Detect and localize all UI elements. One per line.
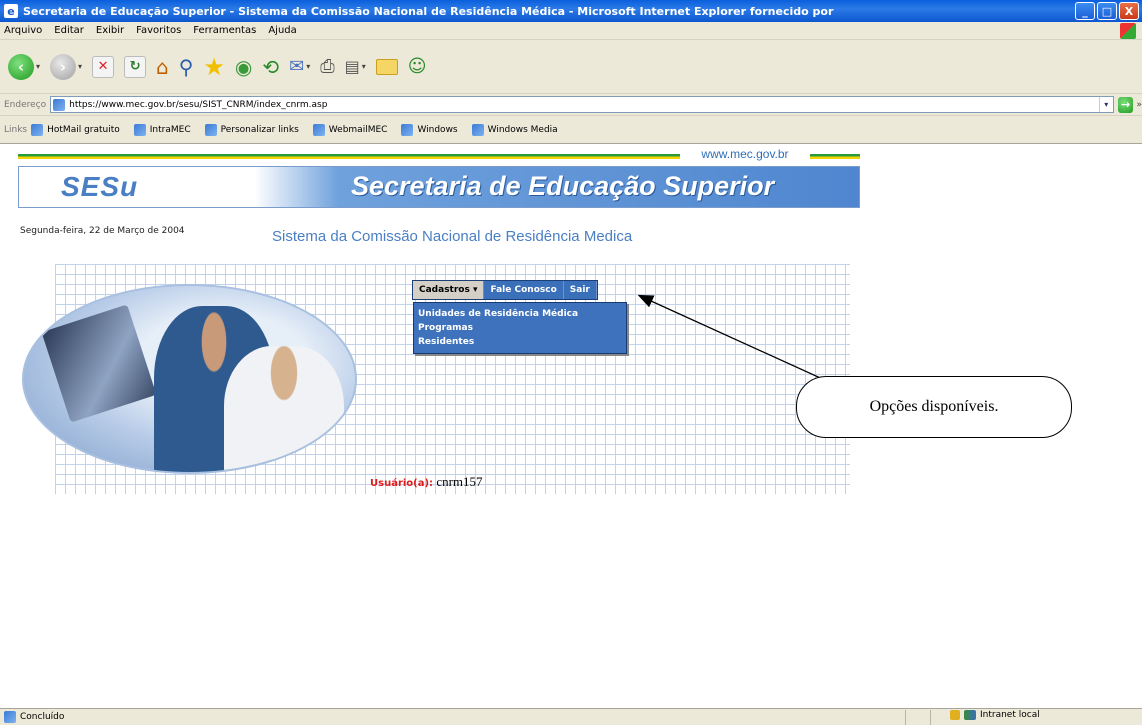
address-bar: Endereço https://www.mec.gov.br/sesu/SIS… — [0, 94, 1142, 116]
address-url[interactable]: https://www.mec.gov.br/sesu/SIST_CNRM/in… — [69, 100, 327, 110]
intranet-icon — [964, 710, 976, 720]
window-title: Secretaria de Educação Superior - Sistem… — [23, 4, 834, 18]
status-text: Concluído — [20, 712, 65, 722]
print-icon[interactable]: ⎙ — [320, 56, 334, 77]
callout-label: Opções disponíveis. — [796, 376, 1072, 438]
security-zone: Intranet local — [950, 710, 1040, 720]
link-hotmail[interactable]: HotMail gratuito — [31, 123, 120, 136]
go-button[interactable]: → — [1117, 96, 1134, 113]
maximize-button[interactable]: □ — [1097, 2, 1117, 20]
link-page-icon — [204, 123, 217, 136]
messenger-icon[interactable]: ☺ — [408, 56, 427, 77]
minimize-button[interactable]: _ — [1075, 2, 1095, 20]
back-dropdown-icon[interactable]: ▾ — [36, 62, 40, 71]
link-page-icon — [31, 123, 44, 136]
link-webmailmec[interactable]: WebmailMEC — [312, 123, 388, 136]
home-icon[interactable]: ⌂ — [156, 55, 169, 79]
address-label: Endereço — [4, 99, 47, 110]
close-button[interactable]: X — [1119, 2, 1139, 20]
forward-dropdown-icon[interactable]: ▾ — [78, 62, 82, 71]
menu-ferramentas[interactable]: Ferramentas — [193, 25, 256, 36]
search-icon[interactable]: ⚲ — [179, 55, 194, 79]
toolbar: ‹ ▾ › ▾ ✕ ↻ ⌂ ⚲ ★ ◉ ⟲ ✉ ▾ ⎙ ▤ ▾ ☺ — [0, 40, 1142, 94]
address-input[interactable]: https://www.mec.gov.br/sesu/SIST_CNRM/in… — [50, 96, 1114, 113]
link-label: Windows Media — [487, 124, 558, 135]
status-bar: Concluído Intranet local — [0, 708, 1142, 725]
menu-favoritos[interactable]: Favoritos — [136, 25, 181, 36]
go-more-icon[interactable]: » — [1136, 100, 1142, 110]
link-personalizar[interactable]: Personalizar links — [204, 123, 299, 136]
link-label: Windows — [417, 124, 458, 135]
page-icon — [53, 98, 66, 111]
forward-icon[interactable]: › — [50, 53, 77, 80]
links-bar: Links HotMail gratuito IntraMEC Personal… — [0, 116, 1142, 144]
link-label: IntraMEC — [149, 124, 191, 135]
media-icon[interactable]: ◉ — [235, 55, 252, 79]
menu-arquivo[interactable]: Arquivo — [4, 25, 42, 36]
link-page-icon — [133, 123, 146, 136]
lock-icon — [950, 710, 960, 720]
windows-logo-icon — [1120, 23, 1136, 39]
link-label: Personalizar links — [220, 124, 299, 135]
link-page-icon — [312, 123, 325, 136]
link-label: HotMail gratuito — [47, 124, 120, 135]
status-page-icon — [4, 711, 16, 723]
menu-ajuda[interactable]: Ajuda — [268, 25, 296, 36]
folder-icon[interactable] — [375, 58, 398, 75]
window-titlebar: e Secretaria de Educação Superior - Sist… — [0, 0, 1142, 22]
status-divider — [930, 710, 931, 725]
edit-icon[interactable]: ▤ — [345, 57, 360, 76]
ie-app-icon: e — [4, 4, 18, 18]
link-page-icon — [471, 123, 484, 136]
user-value: cnrm157 — [436, 474, 483, 489]
mail-icon[interactable]: ✉ — [289, 56, 304, 77]
page-content: www.mec.gov.br SESu Secretaria de Educaç… — [0, 144, 1142, 708]
link-windows-media[interactable]: Windows Media — [471, 123, 558, 136]
user-label: Usuário(a): — [370, 478, 434, 489]
edit-dropdown-icon[interactable]: ▾ — [362, 62, 366, 71]
links-label: Links — [4, 124, 28, 135]
link-windows[interactable]: Windows — [401, 123, 458, 136]
user-info: Usuário(a): cnrm157 — [370, 474, 483, 490]
refresh-icon[interactable]: ↻ — [124, 55, 147, 78]
address-dropdown-icon[interactable]: ▾ — [1098, 97, 1113, 112]
favorites-icon[interactable]: ★ — [203, 53, 225, 81]
link-intramec[interactable]: IntraMEC — [133, 123, 191, 136]
stop-icon[interactable]: ✕ — [92, 55, 115, 78]
zone-text: Intranet local — [980, 710, 1040, 720]
mail-dropdown-icon[interactable]: ▾ — [306, 62, 310, 71]
menu-bar: Arquivo Editar Exibir Favoritos Ferramen… — [0, 22, 1142, 40]
menu-editar[interactable]: Editar — [54, 25, 84, 36]
back-icon[interactable]: ‹ — [8, 53, 34, 80]
link-label: WebmailMEC — [328, 124, 388, 135]
status-divider — [905, 710, 906, 725]
link-page-icon — [401, 123, 414, 136]
menu-exibir[interactable]: Exibir — [96, 25, 124, 36]
history-icon[interactable]: ⟲ — [262, 55, 279, 79]
